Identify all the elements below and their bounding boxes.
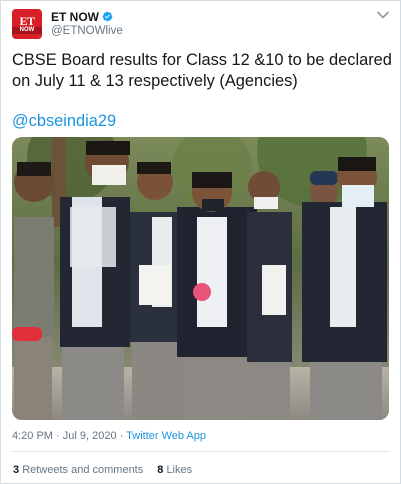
chevron-down-icon[interactable] [376,9,390,21]
name-row: ET NOW [51,9,123,24]
account-identity: ET NOW @ETNOWlive [51,9,123,38]
likes-label: Likes [166,464,193,476]
account-name[interactable]: ET NOW [51,10,99,24]
tweet-meta: 4:20 PM · Jul 9, 2020 · Twitter Web App [12,430,206,442]
tweet-text: CBSE Board results for Class 12 &10 to b… [12,51,392,90]
tweet-timestamp[interactable]: 4:20 PM · Jul 9, 2020 · [12,430,126,442]
likes-stat[interactable]: 8 Likes [157,464,192,476]
likes-count: 8 [157,464,164,476]
avatar[interactable]: ET NOW [12,9,42,39]
retweets-stat[interactable]: 3 Retweets and comments [13,464,143,476]
tweet-stats: 3 Retweets and comments 8 Likes [13,464,192,476]
verified-badge-icon [102,11,113,22]
account-handle[interactable]: @ETNOWlive [51,25,123,37]
retweets-count: 3 [13,464,20,476]
avatar-logo-text: ET [19,13,35,28]
divider [12,451,390,452]
retweets-label: Retweets and comments [22,464,144,476]
mention-link[interactable]: @cbseindia29 [12,112,116,131]
tweet-card: ET NOW ET NOW @ETNOWlive CBSE Board resu… [0,0,401,484]
avatar-logo-subtext: NOW [12,26,42,34]
tweet-header: ET NOW ET NOW @ETNOWlive [12,9,390,41]
tweet-source[interactable]: Twitter Web App [126,430,206,442]
tweet-photo[interactable] [12,137,389,420]
